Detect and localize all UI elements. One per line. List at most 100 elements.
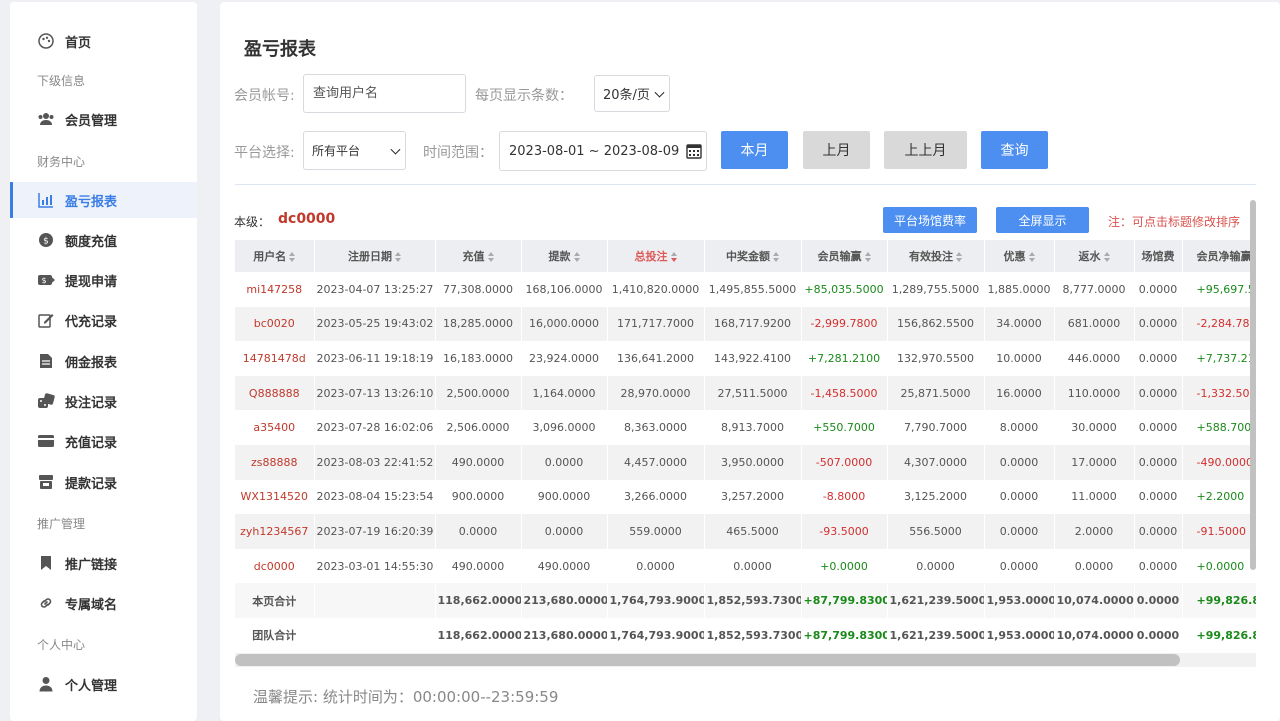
sidebar-item-withdraw-apply[interactable]: $ 提现申请 xyxy=(10,262,197,298)
table-cell: 0.0000 xyxy=(435,514,522,549)
account-search-input[interactable] xyxy=(303,74,466,113)
table-cell: -490.0000 xyxy=(1182,444,1256,480)
platform-fee-button[interactable]: 平台场馆费率 xyxy=(883,207,977,233)
per-page-value: 20条/页 xyxy=(603,88,650,103)
table-cell: 10.0000 xyxy=(984,341,1055,376)
table-cell: 10,074.0000 xyxy=(1054,583,1135,618)
date-range-value: 2023-08-01 ~ 2023-08-09 xyxy=(509,143,680,159)
table-cell: 168,717.9200 xyxy=(704,306,802,342)
table-cell: +87,799.8300 xyxy=(801,617,888,653)
table-cell: 11.0000 xyxy=(1054,479,1135,515)
table-cell: 2023-03-01 14:55:30 xyxy=(314,548,436,584)
col-register-date[interactable]: 注册日期 xyxy=(314,240,436,272)
table-cell: 1,953.0000 xyxy=(984,617,1055,653)
level-value: dc0000 xyxy=(278,211,336,227)
table-row: a35400 2023-07-28 16:02:06 2,506.0000 3,096… xyxy=(235,410,1256,445)
last-month-button[interactable]: 上月 xyxy=(803,131,870,169)
query-button[interactable]: 查询 xyxy=(981,131,1048,169)
report-table-wrapper: 用户名 注册日期 充值 提款 总投注 中奖金额 会员输赢 有效投注 优惠 返水 … xyxy=(235,240,1256,658)
table-row: Q888888 2023-07-13 13:26:10 2,500.0000 1,16… xyxy=(235,375,1256,411)
sidebar-item-exclusive-domain[interactable]: 专属域名 xyxy=(10,585,197,621)
table-cell: 168,106.0000 xyxy=(521,272,608,307)
table-cell: 132,970.5500 xyxy=(887,341,985,376)
this-month-button[interactable]: 本月 xyxy=(721,131,788,169)
col-rebate[interactable]: 返水 xyxy=(1054,240,1135,272)
sidebar-item-withdraw-records[interactable]: 提款记录 xyxy=(10,464,197,500)
table-cell: -2,284.7800 xyxy=(1182,306,1256,342)
sidebar-item-commission-report[interactable]: 佣金报表 xyxy=(10,343,197,379)
fullscreen-button[interactable]: 全屏显示 xyxy=(996,207,1089,233)
table-cell: 16.0000 xyxy=(984,375,1055,411)
sort-icon xyxy=(670,252,677,262)
horizontal-scrollbar-thumb[interactable] xyxy=(235,654,1180,666)
col-recharge[interactable]: 充值 xyxy=(435,240,522,272)
date-range-input[interactable]: 2023-08-01 ~ 2023-08-09 xyxy=(499,131,707,171)
platform-select[interactable]: 所有平台 xyxy=(303,131,406,170)
table-cell: 2,500.0000 xyxy=(435,375,522,411)
per-page-select[interactable]: 20条/页 xyxy=(594,75,670,112)
table-cell xyxy=(314,583,436,618)
col-win-amount[interactable]: 中奖金额 xyxy=(704,240,802,272)
table-cell: 0.0000 xyxy=(1134,272,1183,307)
sidebar-item-member-mgmt[interactable]: 会员管理 xyxy=(10,101,197,137)
sidebar-item-home[interactable]: 首页 xyxy=(10,23,197,59)
table-cell: 25,871.5000 xyxy=(887,375,985,411)
table-cell: 2023-07-19 16:20:39 xyxy=(314,514,436,549)
table-cell: 2023-07-28 16:02:06 xyxy=(314,410,436,445)
col-member-pl[interactable]: 会员输赢 xyxy=(801,240,888,272)
sidebar: 首页 下级信息 会员管理 财务中心 盈亏报表 $ 额度充值 $ 提现申请 代充记… xyxy=(10,2,197,721)
dice-icon xyxy=(37,392,55,410)
table-cell: -93.5000 xyxy=(801,514,888,549)
time-range-label: 时间范围： xyxy=(423,145,493,161)
sort-icon xyxy=(956,252,962,262)
sidebar-section-personal: 个人中心 xyxy=(37,638,86,652)
table-cell: 156,862.5500 xyxy=(887,306,985,342)
sort-icon xyxy=(395,252,401,262)
table-cell: 23,924.0000 xyxy=(521,341,608,376)
table-cell: 110.0000 xyxy=(1054,375,1135,411)
table-row: dc0000 2023-03-01 14:55:30 490.0000 490.000… xyxy=(235,548,1256,584)
col-username[interactable]: 用户名 xyxy=(235,240,315,272)
sidebar-item-personal-mgmt[interactable]: 个人管理 xyxy=(10,666,197,702)
sidebar-item-proxy-recharge[interactable]: 代充记录 xyxy=(10,302,197,338)
table-cell: 3,950.0000 xyxy=(704,444,802,480)
table-cell: 900.0000 xyxy=(521,479,608,515)
col-discount[interactable]: 优惠 xyxy=(984,240,1055,272)
table-cell: 1,289,755.5000 xyxy=(887,272,985,307)
table-cell: 2023-05-25 19:43:02 xyxy=(314,306,436,342)
col-total-bet[interactable]: 总投注 xyxy=(607,240,705,272)
svg-text:$: $ xyxy=(43,237,49,247)
table-cell: 30.0000 xyxy=(1054,410,1135,445)
col-withdraw[interactable]: 提款 xyxy=(521,240,608,272)
credit-card-icon xyxy=(37,432,55,450)
table-cell: 556.5000 xyxy=(887,514,985,549)
table-cell: 14781478d xyxy=(235,341,315,376)
table-row: WX1314520 2023-08-04 15:23:54 900.0000 900.… xyxy=(235,479,1256,515)
table-cell: 118,662.0000 xyxy=(435,617,522,653)
table-cell: 3,266.0000 xyxy=(607,479,705,515)
table-cell: +99,826.8300 xyxy=(1182,617,1256,653)
prev-last-month-button[interactable]: 上上月 xyxy=(884,131,967,169)
vertical-scrollbar-thumb[interactable] xyxy=(1250,200,1256,570)
table-cell: +95,697.5000 xyxy=(1182,272,1256,307)
table-cell: +7,737.2100 xyxy=(1182,341,1256,376)
table-cell: 0.0000 xyxy=(1134,341,1183,376)
col-valid-bet[interactable]: 有效投注 xyxy=(887,240,985,272)
sidebar-item-bet-records[interactable]: 投注记录 xyxy=(10,383,197,419)
calendar-icon[interactable] xyxy=(686,143,702,163)
table-cell: 团队合计 xyxy=(235,617,315,653)
col-venue-fee[interactable]: 场馆费 xyxy=(1134,240,1183,272)
sidebar-item-promo-link[interactable]: 推广链接 xyxy=(10,545,197,581)
table-cell: 0.0000 xyxy=(1134,410,1183,445)
table-cell: 136,641.2000 xyxy=(607,341,705,376)
sidebar-item-quota-recharge[interactable]: $ 额度充值 xyxy=(10,222,197,258)
sidebar-item-pl-report[interactable]: 盈亏报表 xyxy=(10,182,197,218)
table-row: zyh1234567 2023-07-19 16:20:39 0.0000 0.000… xyxy=(235,514,1256,549)
sidebar-item-label: 提现申请 xyxy=(65,274,118,290)
col-net-pl[interactable]: 会员净输赢 xyxy=(1182,240,1256,272)
table-cell: -2,999.7800 xyxy=(801,306,888,342)
sidebar-item-recharge-records[interactable]: 充值记录 xyxy=(10,423,197,459)
table-cell: 本页合计 xyxy=(235,583,315,618)
sidebar-item-label: 会员管理 xyxy=(65,113,118,129)
table-cell: 1,953.0000 xyxy=(984,583,1055,618)
